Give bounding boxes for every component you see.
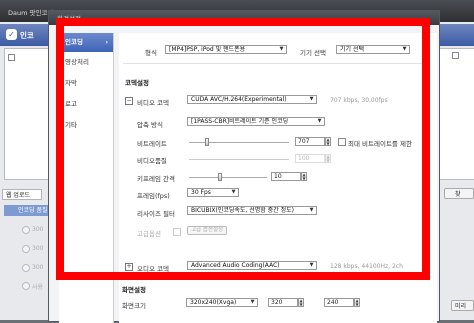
keyframe-spinner[interactable]: ▲ ▼	[301, 172, 307, 181]
chevron-down-icon: ▼	[279, 46, 284, 52]
format-label: 형식	[145, 49, 157, 57]
tab-web-upload[interactable]: 웹 업로드	[2, 189, 42, 200]
daum-logo-icon: ✓	[6, 29, 17, 40]
chevron-down-icon: ▼	[231, 189, 236, 195]
background-radio-3[interactable]	[22, 264, 30, 272]
background-radio-label-4: 사용	[32, 284, 44, 291]
framerate-select-value: 30 Fps	[191, 189, 211, 196]
resize-filter-select-value: BICUBIX(인코딩속도, 선명함 중간 정도)	[191, 207, 295, 214]
bitrate-slider[interactable]	[189, 142, 289, 143]
background-radio-1[interactable]	[22, 226, 30, 234]
spin-down-icon: ▼	[299, 301, 303, 307]
max-bitrate-checkbox[interactable]	[338, 138, 346, 146]
codec-section-title: 코덱설정	[125, 79, 149, 87]
device-select-value: 기기 선택	[340, 46, 364, 53]
video-codec-select-value: CUDA AVC/H.264(Experimental)	[191, 96, 287, 103]
nav-item-logo[interactable]: 로고	[59, 95, 113, 114]
background-right-list[interactable]	[438, 48, 474, 180]
chevron-right-icon: ›	[105, 38, 108, 46]
advanced-settings-button[interactable]: 고급 옵션설정	[187, 226, 228, 235]
audio-codec-label: 오디오 코덱	[137, 265, 169, 273]
nav-item-subtitles[interactable]: 자막	[59, 74, 113, 93]
video-quality-spinner[interactable]: ▲ ▼	[325, 154, 331, 163]
keyframe-slider-thumb[interactable]	[218, 173, 222, 181]
divider	[123, 63, 428, 64]
spin-down-icon: ▼	[326, 157, 330, 163]
screen-size-select[interactable]: 320x240(Xvga) ▼	[186, 298, 258, 307]
format-select[interactable]: [MP4]PSP, iPod 및 핸드폰용 ▼	[165, 45, 287, 54]
screen-section-title: 화면설정	[122, 286, 146, 294]
screen-width-spinner[interactable]: ▲ ▼	[298, 298, 304, 307]
video-codec-select[interactable]: CUDA AVC/H.264(Experimental) ▼	[187, 95, 317, 104]
chevron-down-icon: ▼	[317, 118, 322, 124]
format-select-value: [MP4]PSP, iPod 및 핸드폰용	[169, 46, 246, 53]
advanced-options-checkbox[interactable]	[173, 228, 181, 236]
background-radio-label-3: 300	[32, 264, 44, 271]
background-radio-label-1: 300	[32, 226, 44, 233]
device-label: 기기 선택	[300, 49, 326, 57]
background-app-title: Daum 팟인코더	[8, 9, 54, 17]
video-quality-label: 비디오품질	[137, 157, 167, 165]
background-preview-button[interactable]: 미리	[451, 300, 474, 311]
framerate-label: 프레임(fps)	[137, 192, 170, 200]
chevron-down-icon: ▼	[309, 262, 314, 268]
spin-down-icon: ▼	[355, 301, 359, 307]
audio-codec-info: 128 kbps, 44100Hz, 2ch	[330, 263, 403, 270]
nav-item-label: 인코딩	[65, 38, 83, 46]
chevron-down-icon: ▼	[402, 46, 407, 52]
keyframe-input[interactable]: 10	[271, 172, 301, 181]
chevron-down-icon: ▼	[309, 96, 314, 102]
background-radio-2[interactable]	[22, 245, 30, 253]
spin-down-icon: ▼	[326, 140, 330, 146]
video-quality-input[interactable]: 100	[295, 154, 325, 163]
compression-label: 압축 방식	[137, 121, 163, 129]
background-file-checkbox[interactable]	[8, 54, 15, 61]
nav-item-encoding[interactable]: 인코딩 ›	[59, 33, 113, 52]
bitrate-label: 비트레이트	[137, 140, 167, 148]
background-radio-4[interactable]	[22, 282, 30, 290]
background-radio-label-2: 300	[32, 245, 44, 252]
settings-nav: 인코딩 › 영상처리 자막 로고 기타	[59, 33, 114, 323]
background-find-button[interactable]: 찾	[444, 188, 474, 199]
background-right-header	[438, 24, 474, 46]
resize-filter-label: 리사이즈 필터	[137, 210, 175, 218]
keyframe-label: 키프레임 간격	[137, 175, 175, 183]
audio-expand-toggle[interactable]: +	[125, 263, 133, 271]
screen-height-spinner[interactable]: ▲ ▼	[354, 298, 360, 307]
settings-dialog: 환경설정 인코딩 › 영상처리 자막 로고 기타 형식 [MP4]PSP, iP…	[48, 10, 440, 323]
resize-filter-select[interactable]: BICUBIX(인코딩속도, 선명함 중간 정도) ▼	[187, 206, 317, 215]
keyframe-slider[interactable]	[189, 177, 267, 178]
audio-codec-select-value: Advanced Audio Coding(AAC)	[191, 262, 280, 269]
compression-select-value: [1PASS-CBR]비트레이트 기준 인코딩	[191, 118, 289, 125]
nav-item-other[interactable]: 기타	[59, 116, 113, 135]
settings-content: 형식 [MP4]PSP, iPod 및 핸드폰용 ▼ 기기 선택 기기 선택 ▼…	[119, 33, 437, 323]
device-select[interactable]: 기기 선택 ▼	[336, 45, 410, 54]
compression-select[interactable]: [1PASS-CBR]비트레이트 기준 인코딩 ▼	[187, 117, 325, 126]
bitrate-spinner[interactable]: ▲ ▼	[325, 137, 331, 146]
background-left-header-label: 인코	[20, 31, 34, 40]
video-quality-slider[interactable]	[189, 159, 289, 160]
video-codec-label: 비디오 코덱	[137, 99, 169, 107]
screen-height-input[interactable]: 240	[324, 298, 354, 307]
video-codec-info: 707 kbps, 30,00fps	[330, 97, 388, 104]
background-right-checkbox[interactable]	[452, 52, 459, 59]
screen-size-select-value: 320x240(Xvga)	[190, 299, 237, 306]
bitrate-slider-thumb[interactable]	[205, 138, 209, 146]
dialog-title: 환경설정	[57, 15, 81, 23]
spin-down-icon: ▼	[302, 175, 306, 181]
dialog-titlebar[interactable]: 환경설정	[49, 11, 439, 25]
nav-item-video-processing[interactable]: 영상처리	[59, 53, 113, 72]
video-collapse-toggle[interactable]: −	[125, 97, 133, 105]
framerate-select[interactable]: 30 Fps ▼	[187, 188, 239, 197]
max-bitrate-label: 최대 비트레이트를 제한	[348, 140, 412, 148]
screen-size-label: 화면크기	[122, 302, 146, 310]
advanced-options-label: 고급옵션	[137, 230, 161, 238]
screen-width-input[interactable]: 320	[268, 298, 298, 307]
bitrate-input[interactable]: 707	[295, 137, 325, 146]
chevron-down-icon: ▼	[250, 299, 255, 305]
chevron-down-icon: ▼	[309, 207, 314, 213]
audio-codec-select[interactable]: Advanced Audio Coding(AAC) ▼	[187, 261, 317, 270]
